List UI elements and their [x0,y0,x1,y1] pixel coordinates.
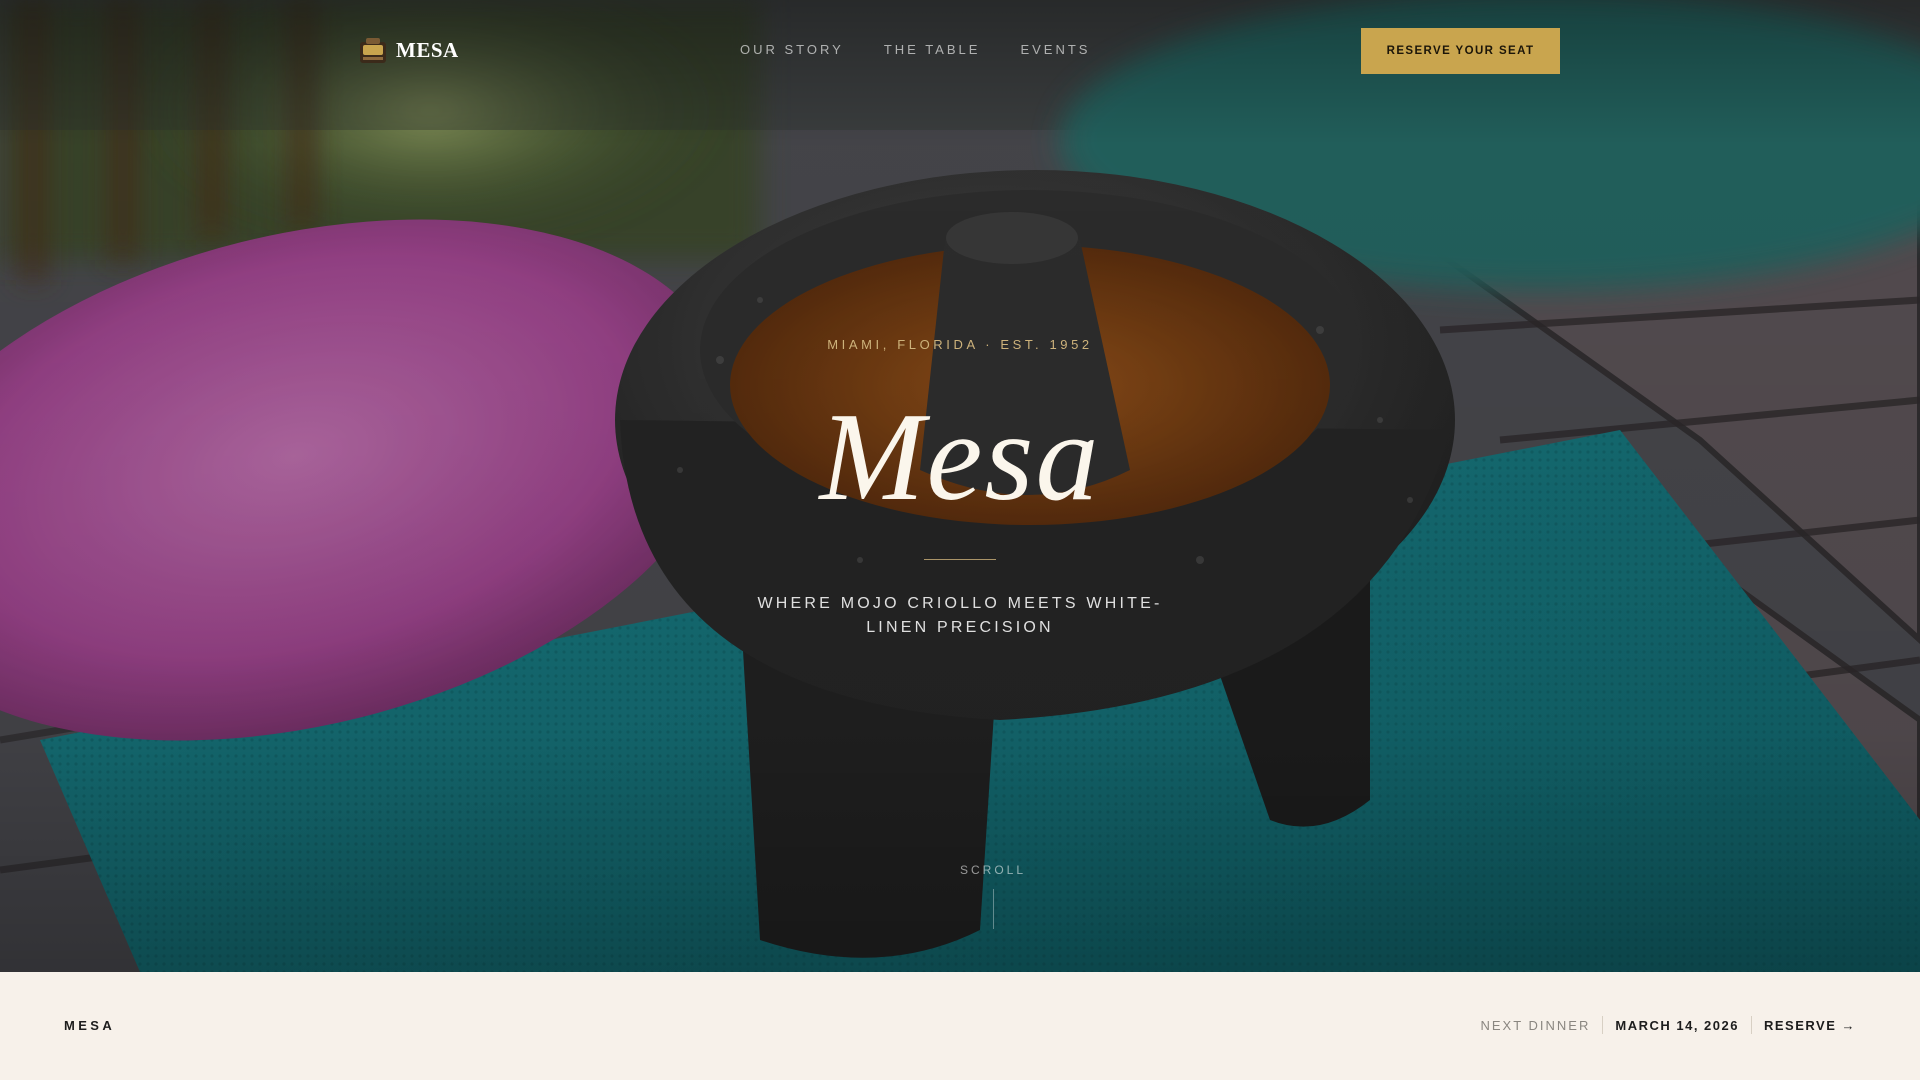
next-dinner-info: NEXT DINNER MARCH 14, 2026 RESERVE → [1480,1008,1856,1042]
nav-link-the-table[interactable]: THE TABLE [884,42,981,57]
main-nav: OUR STORY THE TABLE EVENTS [740,42,1090,57]
scroll-line [992,889,994,929]
footer-brand: MESA [64,1018,116,1033]
nav-link-our-story[interactable]: OUR STORY [740,42,844,57]
brand-name: MESA [396,37,459,62]
scroll-indicator[interactable]: SCROLL [910,863,1076,929]
reserve-seat-button[interactable]: RESERVE YOUR SEAT [1361,28,1560,74]
footer-reserve-link[interactable]: RESERVE → [1752,1018,1856,1033]
next-dinner-label: NEXT DINNER [1480,1017,1591,1033]
mesa-logo-icon [360,38,386,63]
nav-link-events[interactable]: EVENTS [1020,42,1090,57]
brand-logo-link[interactable]: MESA [359,36,459,64]
sticky-reservation-bar: MESA NEXT DINNER MARCH 14, 2026 RESERVE … [0,972,1920,1080]
scroll-label: SCROLL [959,863,1027,877]
hero-title: Mesa [819,388,1101,527]
hero-location-eyebrow: MIAMI, FLORIDA · EST. 1952 [827,337,1093,352]
hero-section: MESA OUR STORY THE TABLE EVENTS RESERVE … [0,0,1920,972]
hero-divider [924,559,996,560]
next-dinner-date: MARCH 14, 2026 [1615,1017,1739,1033]
hero-tagline: WHERE MOJO CRIOLLO MEETS WHITE-LINEN PRE… [757,595,1163,636]
